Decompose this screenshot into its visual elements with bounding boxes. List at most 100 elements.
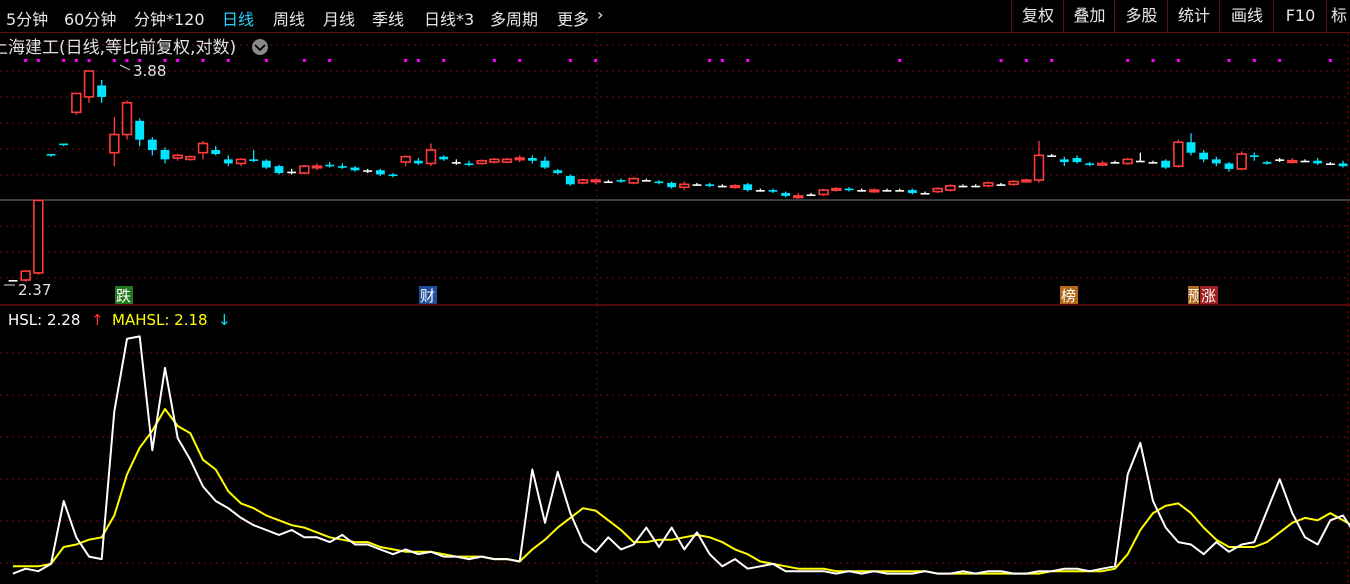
candle [476,159,487,165]
mahsl-label: MAHSL: 2.18 [112,311,208,329]
chevron-right-icon[interactable]: › [597,5,603,24]
candle [223,155,233,167]
hsl-arrow-icon: ↑ [91,311,104,329]
candle [299,164,310,175]
candle [616,178,626,183]
period-tab-8[interactable]: 多周期 [490,6,538,30]
candle [109,117,120,167]
event-marker-2[interactable]: 榜 [1060,286,1078,305]
toolbar-button-1[interactable]: 叠加 [1063,0,1115,32]
period-tab-4[interactable]: 周线 [273,6,305,30]
candle [1249,152,1259,161]
candle [818,188,829,196]
event-dot [87,59,91,62]
candle [1110,160,1120,164]
toolbar-button-3[interactable]: 统计 [1167,0,1220,32]
candle [1211,156,1221,167]
candle [185,155,196,161]
candle [350,166,360,172]
candle [844,187,854,192]
candle [781,191,791,198]
candle [590,178,601,185]
event-dot [1176,59,1180,62]
candle [71,92,82,115]
candle [97,79,107,103]
period-tab-2[interactable]: 分钟*120 [134,6,205,30]
event-dot [1151,59,1155,62]
event-dot [264,59,268,62]
event-dot [568,59,572,62]
event-dot [328,59,332,62]
event-dot [492,59,496,62]
candle [287,168,297,175]
event-marker-4[interactable]: 涨 [1200,286,1218,305]
toolbar-button-4[interactable]: 画线 [1219,0,1274,32]
event-dot [999,59,1003,62]
event-dot [518,59,522,62]
candle [628,177,639,185]
candle [425,143,437,167]
toolbar-button-6[interactable]: 标 [1326,0,1350,32]
period-tab-7[interactable]: 日线*3 [424,6,474,30]
high-price-label: 3.88 [133,62,166,80]
event-dot [36,59,40,62]
candle [211,146,221,156]
toolbar-button-2[interactable]: 多股 [1114,0,1168,32]
candle [1186,133,1196,156]
candle [920,191,930,195]
candle [83,70,95,103]
event-dot [1024,59,1028,62]
candle [907,188,917,195]
candle [451,159,461,165]
candle [1085,162,1095,167]
candle [1287,158,1298,164]
candle [1047,154,1057,157]
hsl-label: HSL: 2.28 [8,311,80,329]
candle [565,174,575,186]
candle [603,180,613,184]
candle [755,188,765,192]
event-marker-text: 涨 [1201,287,1216,305]
chevron-down-icon[interactable] [252,39,268,55]
period-tab-3[interactable]: 日线 [222,6,254,30]
candle [553,168,563,175]
event-dot [112,59,116,62]
candle [400,155,411,167]
event-marker-0[interactable]: 跌 [115,286,133,305]
period-tab-0[interactable]: 5分钟 [6,6,48,30]
candlestick-series [8,70,1348,282]
candle [1199,150,1209,163]
chart-area[interactable]: 上海建工(日线,等比前复权,对数) 3.88 2.37 跌 财 榜 预涨 HSL: 2.28 ↑… [0,33,1350,584]
event-dot [201,59,205,62]
toolbar-button-5[interactable]: F10 [1273,0,1327,32]
period-tab-1[interactable]: 60分钟 [64,6,116,30]
candle [388,173,398,178]
event-marker-1[interactable]: 财 [419,286,437,305]
candle [768,188,778,193]
candle [46,154,56,157]
event-marker-3[interactable]: 预 [1188,286,1199,305]
candle [793,192,804,199]
period-tab-6[interactable]: 季线 [372,6,404,30]
candle [160,147,170,164]
event-dot [1252,59,1256,62]
candle [1313,158,1323,165]
candle [1275,158,1285,163]
candle [33,199,44,275]
candle [692,182,702,186]
event-dot [898,59,902,62]
candle [667,181,677,189]
candle [514,155,525,163]
candle [641,178,651,182]
period-tab-9[interactable]: 更多 [557,6,589,30]
candle [274,164,284,175]
candle [1236,151,1247,171]
candle [540,156,550,169]
candle [1008,180,1019,186]
candle [1122,158,1133,165]
candle [1072,155,1082,164]
chart-grid [0,33,1350,584]
candle [363,168,373,174]
toolbar-button-0[interactable]: 复权 [1011,0,1064,32]
period-tab-5[interactable]: 月线 [323,6,355,30]
